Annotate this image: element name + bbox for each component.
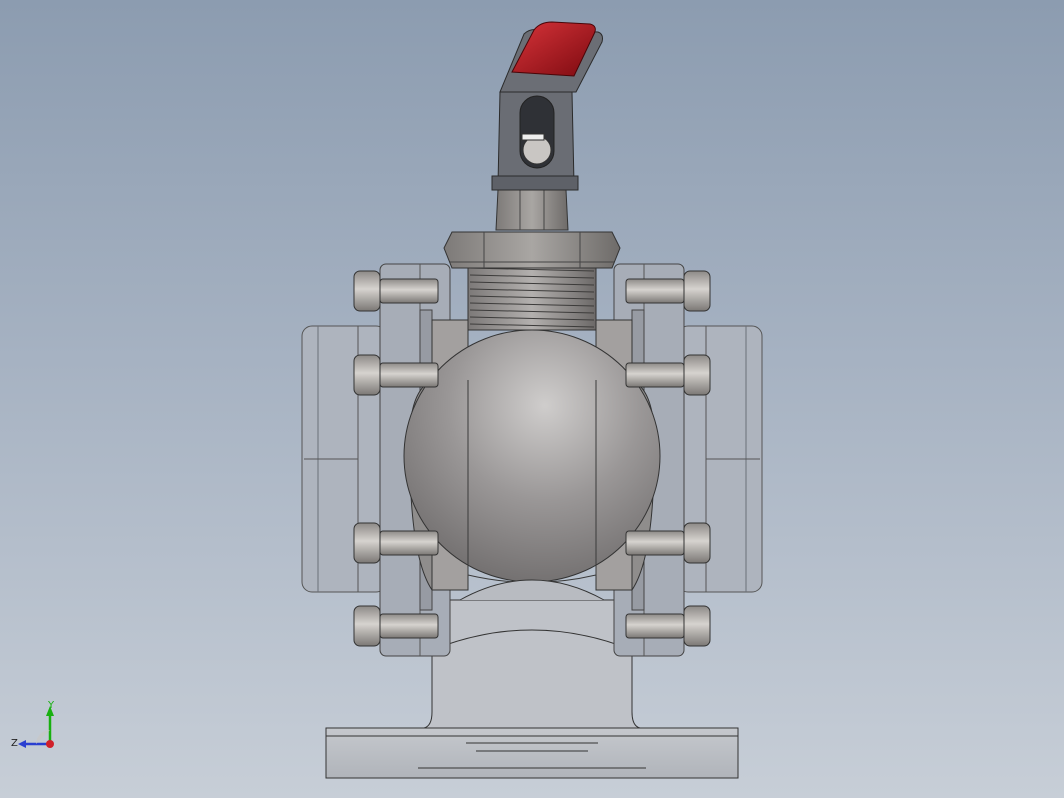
- x-axis-dot: [46, 740, 54, 748]
- pedestal: [423, 599, 641, 729]
- stem-nut: [495, 189, 569, 231]
- valve-handle[interactable]: [491, 21, 603, 191]
- stem-thread: [467, 261, 597, 331]
- z-axis-arrowhead: [18, 740, 26, 748]
- ball-valve-model[interactable]: [0, 0, 1064, 798]
- base-plate: [325, 727, 739, 779]
- coordinate-triad: Y Z: [11, 700, 55, 749]
- bonnet-nut: [443, 231, 621, 269]
- y-axis-label: Y: [47, 700, 55, 711]
- graphics-viewport[interactable]: Y Z: [0, 0, 1064, 798]
- z-axis-label: Z: [11, 738, 18, 749]
